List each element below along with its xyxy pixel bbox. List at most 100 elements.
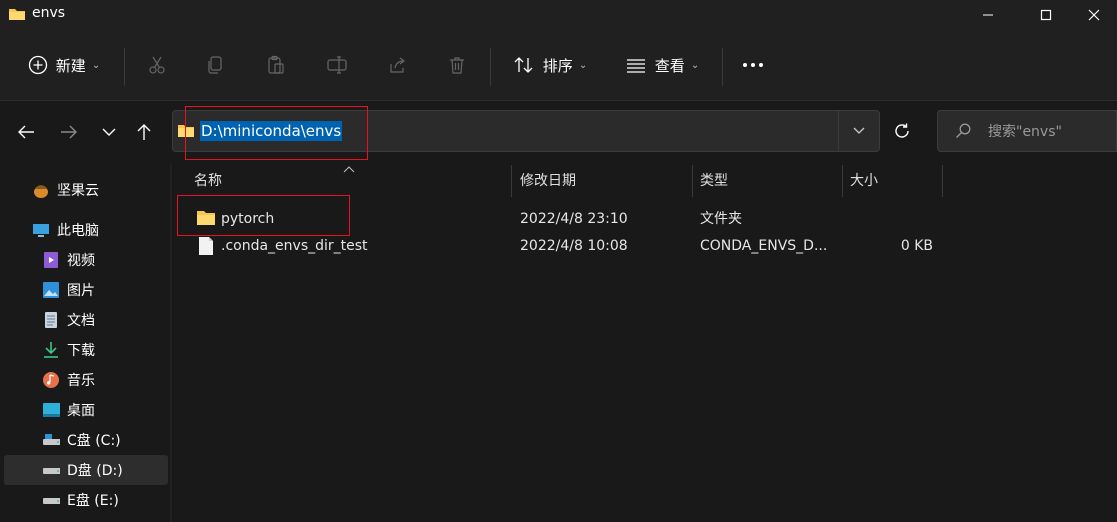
share-button[interactable]: [380, 30, 414, 100]
delete-button[interactable]: [440, 30, 474, 100]
navigation-pane: 坚果云 此电脑 视频 图片 文档 下载 音乐 桌面 C盘 (C:) D盘 (D:…: [0, 163, 170, 522]
toolbar-divider: [124, 48, 125, 86]
file-type: 文件夹: [700, 211, 742, 227]
more-icon: [743, 63, 763, 67]
column-divider[interactable]: [942, 165, 943, 197]
arrow-right-icon: [61, 125, 77, 139]
file-modified: 2022/4/8 23:10: [520, 211, 628, 227]
sidebar-item-label: 图片: [67, 283, 95, 299]
close-icon: [1088, 9, 1100, 21]
document-icon: [42, 311, 60, 329]
copy-icon: [208, 56, 222, 74]
view-label: 查看: [654, 56, 685, 75]
close-button[interactable]: [1071, 0, 1117, 30]
sidebar-item-music[interactable]: 音乐: [4, 365, 168, 395]
toolbar-divider: [490, 48, 491, 86]
more-button[interactable]: [736, 30, 770, 100]
column-header-size[interactable]: 大小: [850, 165, 878, 197]
rename-button[interactable]: [320, 30, 354, 100]
column-divider[interactable]: [842, 165, 843, 197]
drive-icon: [42, 461, 60, 479]
sidebar-item-drive-d[interactable]: D盘 (D:): [4, 455, 168, 485]
arrow-left-icon: [18, 125, 34, 139]
file-name: .conda_envs_dir_test: [221, 238, 368, 254]
sidebar-item-pictures[interactable]: 图片: [4, 275, 168, 305]
minimize-button[interactable]: [965, 0, 1011, 30]
up-button[interactable]: [127, 101, 161, 163]
sort-ascending-icon: [343, 161, 355, 177]
file-row[interactable]: .conda_envs_dir_test 2022/4/8 10:08 COND…: [185, 233, 945, 259]
pane-splitter[interactable]: [170, 163, 172, 522]
sidebar-item-nutstore[interactable]: 坚果云: [4, 175, 168, 205]
highlight-box: [177, 195, 350, 236]
scissors-icon: [149, 56, 165, 74]
search-icon: [955, 123, 971, 143]
arrow-up-icon: [137, 124, 151, 140]
sidebar-item-label: D盘 (D:): [67, 463, 123, 479]
sidebar-item-desktop[interactable]: 桌面: [4, 395, 168, 425]
sidebar-item-label: E盘 (E:): [67, 493, 119, 509]
file-icon: [198, 236, 214, 260]
new-label: 新建: [55, 56, 86, 75]
refresh-button[interactable]: [882, 110, 922, 152]
minimize-icon: [983, 14, 993, 16]
trash-icon: [450, 57, 464, 74]
sidebar-item-downloads[interactable]: 下载: [4, 335, 168, 365]
plus-circle-icon: [28, 55, 47, 75]
computer-icon: [32, 221, 50, 239]
chevron-down-icon: ⌄: [578, 59, 588, 71]
sidebar-item-videos[interactable]: 视频: [4, 245, 168, 275]
drive-icon: [42, 431, 60, 449]
paste-button[interactable]: [259, 30, 293, 100]
download-icon: [42, 341, 60, 359]
video-icon: [42, 251, 60, 269]
column-header-modified[interactable]: 修改日期: [520, 165, 576, 197]
title-bar: [0, 0, 1117, 30]
sidebar-item-documents[interactable]: 文档: [4, 305, 168, 335]
search-placeholder: 搜索"envs": [988, 124, 1062, 140]
column-divider[interactable]: [692, 165, 693, 197]
sidebar-item-this-pc[interactable]: 此电脑: [4, 215, 168, 245]
window-title: envs: [32, 5, 66, 21]
toolbar-divider: [722, 48, 723, 86]
chevron-down-icon: [853, 127, 865, 134]
sidebar-item-drive-e[interactable]: E盘 (E:): [4, 485, 168, 515]
copy-button[interactable]: [199, 30, 233, 100]
share-icon: [390, 57, 405, 73]
sidebar-item-drive-c[interactable]: C盘 (C:): [4, 425, 168, 455]
sidebar-item-label: 视频: [67, 253, 95, 269]
view-button[interactable]: 查看 ⌄: [618, 30, 706, 100]
cut-button[interactable]: [140, 30, 174, 100]
sidebar-item-label: 桌面: [67, 403, 95, 419]
sidebar-item-label: C盘 (C:): [67, 433, 121, 449]
chevron-down-icon: ⌄: [91, 59, 101, 71]
maximize-button[interactable]: [1023, 0, 1069, 30]
column-header-type[interactable]: 类型: [700, 165, 728, 197]
sidebar-item-label: 坚果云: [57, 183, 99, 199]
drive-icon: [42, 491, 60, 509]
nutstore-icon: [32, 181, 50, 199]
sidebar-item-label: 此电脑: [57, 223, 99, 239]
sidebar-item-label: 音乐: [67, 373, 95, 389]
chevron-down-icon: [102, 128, 116, 136]
command-bar: 新建 ⌄ 排序 ⌄ 查看 ⌄: [0, 30, 1117, 101]
column-divider[interactable]: [511, 165, 512, 197]
maximize-icon: [1040, 9, 1052, 21]
music-icon: [42, 371, 60, 389]
refresh-icon: [895, 123, 909, 138]
new-button[interactable]: 新建 ⌄: [20, 30, 108, 100]
forward-button[interactable]: [52, 101, 86, 163]
file-size: 0 KB: [900, 238, 933, 254]
address-history-button[interactable]: [838, 110, 880, 152]
chevron-down-icon: ⌄: [690, 59, 700, 71]
sort-icon: [514, 57, 533, 73]
desktop-icon: [42, 401, 60, 419]
recent-locations-button[interactable]: [92, 101, 126, 163]
clipboard-icon: [268, 55, 284, 74]
file-type: CONDA_ENVS_D...: [700, 238, 828, 254]
sidebar-item-label: 下载: [67, 343, 95, 359]
sort-button[interactable]: 排序 ⌄: [506, 30, 594, 100]
column-header-name[interactable]: 名称: [194, 165, 222, 197]
sidebar-item-label: 文档: [67, 313, 95, 329]
back-button[interactable]: [9, 101, 43, 163]
